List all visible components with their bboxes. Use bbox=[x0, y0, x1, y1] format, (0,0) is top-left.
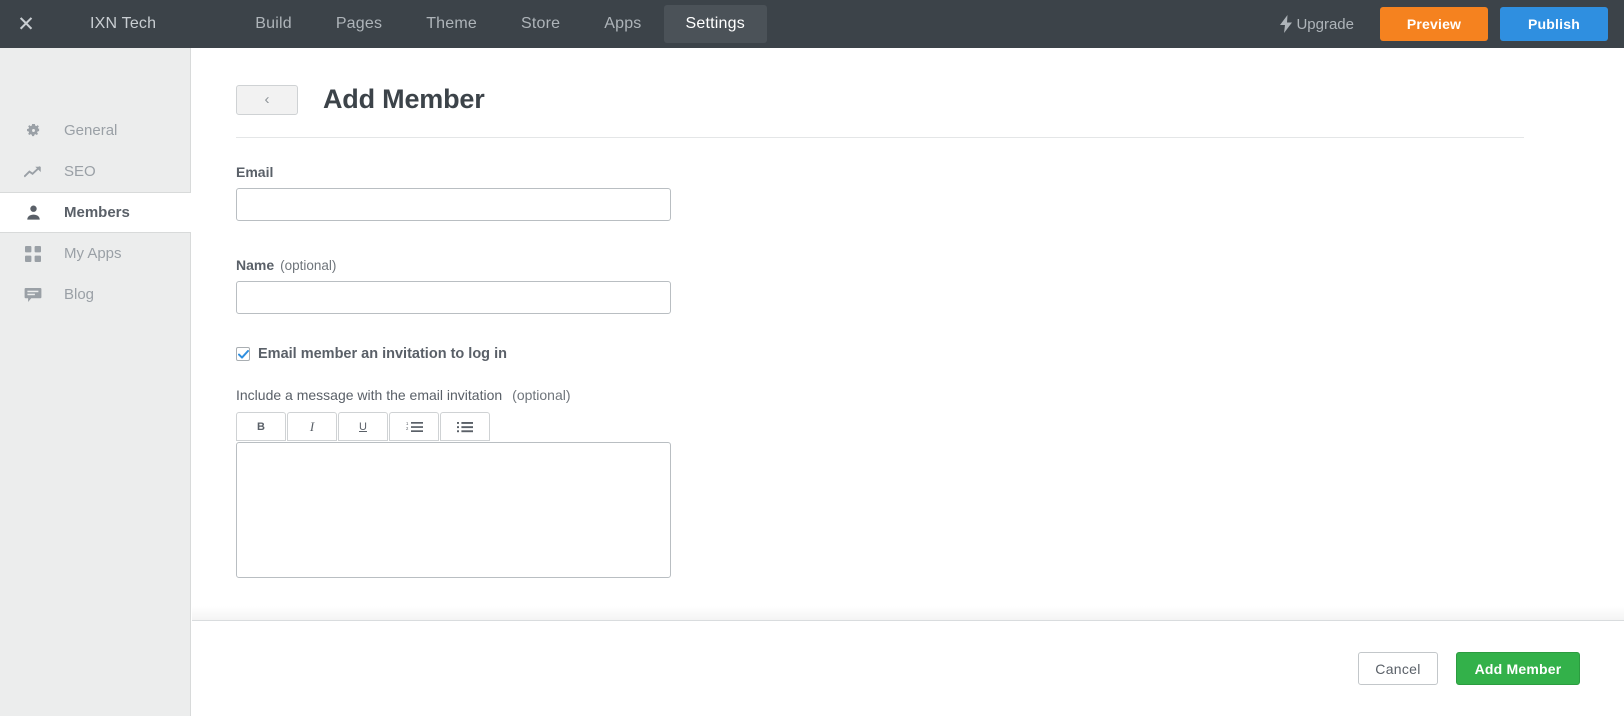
upgrade-label: Upgrade bbox=[1296, 15, 1354, 33]
ordered-list-button[interactable]: 1 2 bbox=[389, 412, 439, 441]
message-optional-text: (optional) bbox=[512, 387, 571, 403]
rich-text-editor: B I U 1 2 bbox=[236, 412, 1624, 583]
sidebar-item-members[interactable]: Members bbox=[0, 192, 191, 233]
content-panel: ‹ Add Member Email Name(optional) Email bbox=[192, 48, 1624, 716]
ordered-list-icon: 1 2 bbox=[406, 421, 423, 432]
form-footer: Cancel Add Member bbox=[192, 620, 1624, 716]
nav-item-settings[interactable]: Settings bbox=[663, 5, 767, 43]
message-label: Include a message with the email invitat… bbox=[236, 387, 1624, 403]
sidebar-item-label: My Apps bbox=[64, 245, 122, 262]
email-label-text: Email bbox=[236, 164, 274, 180]
add-member-button[interactable]: Add Member bbox=[1456, 652, 1580, 685]
email-label: Email bbox=[236, 164, 1624, 180]
gear-icon bbox=[22, 122, 44, 139]
message-label-text: Include a message with the email invitat… bbox=[236, 387, 503, 403]
field-spacer bbox=[236, 221, 1624, 257]
sidebar-item-my-apps[interactable]: My Apps bbox=[0, 233, 190, 274]
svg-text:2: 2 bbox=[406, 426, 409, 431]
sidebar-item-label: SEO bbox=[64, 163, 96, 180]
top-bar-actions: Upgrade Preview Publish bbox=[1279, 0, 1624, 48]
cancel-button[interactable]: Cancel bbox=[1358, 652, 1438, 685]
upgrade-button[interactable]: Upgrade bbox=[1279, 15, 1354, 33]
nav-item-store[interactable]: Store bbox=[499, 5, 582, 43]
nav-item-pages[interactable]: Pages bbox=[314, 5, 404, 43]
settings-sidebar: General SEO Members My Apps Blog bbox=[0, 48, 191, 716]
page-title: Add Member bbox=[323, 84, 485, 114]
sidebar-item-general[interactable]: General bbox=[0, 110, 190, 151]
person-icon bbox=[22, 204, 44, 221]
name-label-text: Name bbox=[236, 257, 275, 273]
back-button[interactable]: ‹ bbox=[236, 84, 298, 115]
page-header: ‹ Add Member bbox=[192, 48, 1624, 115]
add-member-form: Email Name (optional) Email member an inv… bbox=[192, 138, 1624, 583]
sidebar-item-label: General bbox=[64, 122, 118, 139]
trending-up-icon bbox=[22, 165, 44, 179]
nav-item-theme[interactable]: Theme bbox=[404, 5, 499, 43]
unordered-list-button[interactable] bbox=[440, 412, 490, 441]
nav-item-build[interactable]: Build bbox=[233, 5, 314, 43]
grid-icon bbox=[22, 245, 44, 262]
invite-checkbox[interactable] bbox=[236, 347, 250, 361]
invite-checkbox-label: Email member an invitation to log in bbox=[258, 346, 507, 362]
italic-button[interactable]: I bbox=[287, 412, 337, 441]
bold-button[interactable]: B bbox=[236, 412, 286, 441]
name-optional-text: (optional) bbox=[280, 258, 337, 273]
rte-toolbar: B I U 1 2 bbox=[236, 412, 1624, 441]
email-field-group: Email bbox=[236, 164, 1624, 221]
name-field-group: Name (optional) bbox=[236, 257, 1624, 314]
checkmark-icon bbox=[237, 349, 249, 359]
message-textarea[interactable] bbox=[236, 442, 671, 578]
top-bar: ✕ IXN Tech Build Pages Theme Store Apps … bbox=[0, 0, 1624, 48]
underline-button[interactable]: U bbox=[338, 412, 388, 441]
name-input[interactable] bbox=[236, 281, 671, 314]
sidebar-item-seo[interactable]: SEO bbox=[0, 151, 190, 192]
close-icon[interactable]: ✕ bbox=[0, 0, 52, 48]
nav-item-apps[interactable]: Apps bbox=[582, 5, 663, 43]
lightning-bolt-icon bbox=[1279, 15, 1293, 33]
publish-button[interactable]: Publish bbox=[1500, 7, 1608, 41]
site-name[interactable]: IXN Tech bbox=[90, 15, 156, 33]
preview-button[interactable]: Preview bbox=[1380, 7, 1488, 41]
main-nav: Build Pages Theme Store Apps Settings bbox=[233, 0, 767, 48]
chevron-left-icon: ‹ bbox=[264, 91, 270, 108]
email-input[interactable] bbox=[236, 188, 671, 221]
invite-checkbox-row[interactable]: Email member an invitation to log in bbox=[236, 346, 1624, 362]
sidebar-item-label: Blog bbox=[64, 286, 95, 303]
sidebar-item-label: Members bbox=[64, 204, 130, 221]
name-label: Name (optional) bbox=[236, 257, 1624, 273]
unordered-list-icon bbox=[457, 421, 473, 432]
comment-icon bbox=[22, 287, 44, 303]
sidebar-item-blog[interactable]: Blog bbox=[0, 274, 190, 315]
